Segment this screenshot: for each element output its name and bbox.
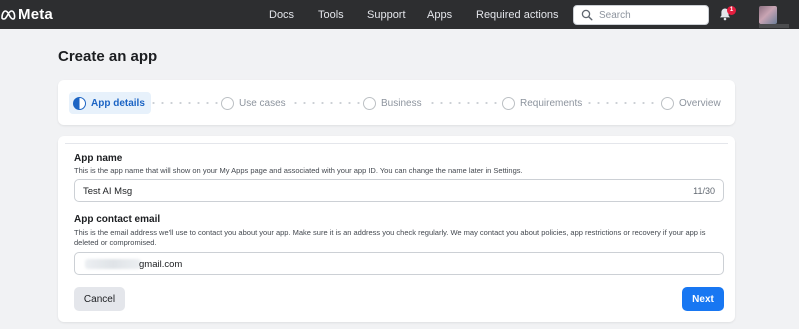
step-connector: [428, 102, 500, 104]
step-connector: [149, 102, 219, 104]
contact-email-field[interactable]: [74, 252, 724, 275]
step-label: Business: [381, 97, 422, 109]
app-name-field[interactable]: 11/30: [74, 179, 724, 202]
nav-tools[interactable]: Tools: [318, 9, 344, 21]
circle-icon: [502, 96, 515, 110]
divider: [65, 143, 728, 144]
app-details-form: App name This is the app name that will …: [58, 136, 735, 322]
step-label: Use cases: [239, 97, 286, 109]
character-counter: 11/30: [693, 186, 715, 196]
redacted-email-prefix: [85, 259, 141, 269]
step-overview[interactable]: Overview: [661, 92, 721, 114]
step-label: Overview: [679, 97, 721, 109]
circle-icon: [661, 96, 674, 110]
meta-logo[interactable]: Meta: [0, 6, 53, 23]
progress-stepper: App details Use cases Business Requireme…: [58, 80, 735, 125]
cancel-button[interactable]: Cancel: [74, 287, 125, 311]
top-navigation-bar: Meta Docs Tools Support Apps Required ac…: [0, 0, 799, 29]
circle-icon: [221, 96, 234, 110]
search-box[interactable]: [573, 5, 709, 25]
contact-email-label: App contact email: [74, 214, 161, 225]
step-app-details[interactable]: App details: [69, 92, 151, 114]
page-title: Create an app: [58, 48, 158, 65]
step-connector: [585, 102, 659, 104]
circle-icon: [363, 96, 376, 110]
search-icon: [581, 9, 593, 21]
search-input[interactable]: [599, 8, 704, 22]
avatar[interactable]: [759, 6, 777, 24]
app-name-input[interactable]: [83, 184, 643, 198]
step-business[interactable]: Business: [363, 92, 422, 114]
step-label: App details: [91, 97, 145, 109]
nav-docs[interactable]: Docs: [269, 9, 294, 21]
contact-email-input[interactable]: [139, 257, 639, 271]
brand-name: Meta: [18, 6, 53, 23]
step-use-cases[interactable]: Use cases: [221, 92, 286, 114]
avatar-caption-bar: [759, 24, 789, 28]
step-connector: [291, 102, 361, 104]
app-name-description: This is the app name that will show on y…: [74, 166, 523, 175]
next-button[interactable]: Next: [682, 287, 724, 311]
nav-apps[interactable]: Apps: [427, 9, 452, 21]
step-requirements[interactable]: Requirements: [502, 92, 582, 114]
app-name-label: App name: [74, 153, 123, 164]
nav-required-actions[interactable]: Required actions: [476, 9, 559, 21]
notification-badge: 1: [727, 6, 736, 15]
contact-email-description: This is the email address we'll use to c…: [74, 228, 706, 247]
step-label: Requirements: [520, 97, 583, 109]
nav-support[interactable]: Support: [367, 9, 406, 21]
meta-infinity-icon: [1, 9, 16, 20]
half-filled-circle-icon: [73, 96, 86, 110]
